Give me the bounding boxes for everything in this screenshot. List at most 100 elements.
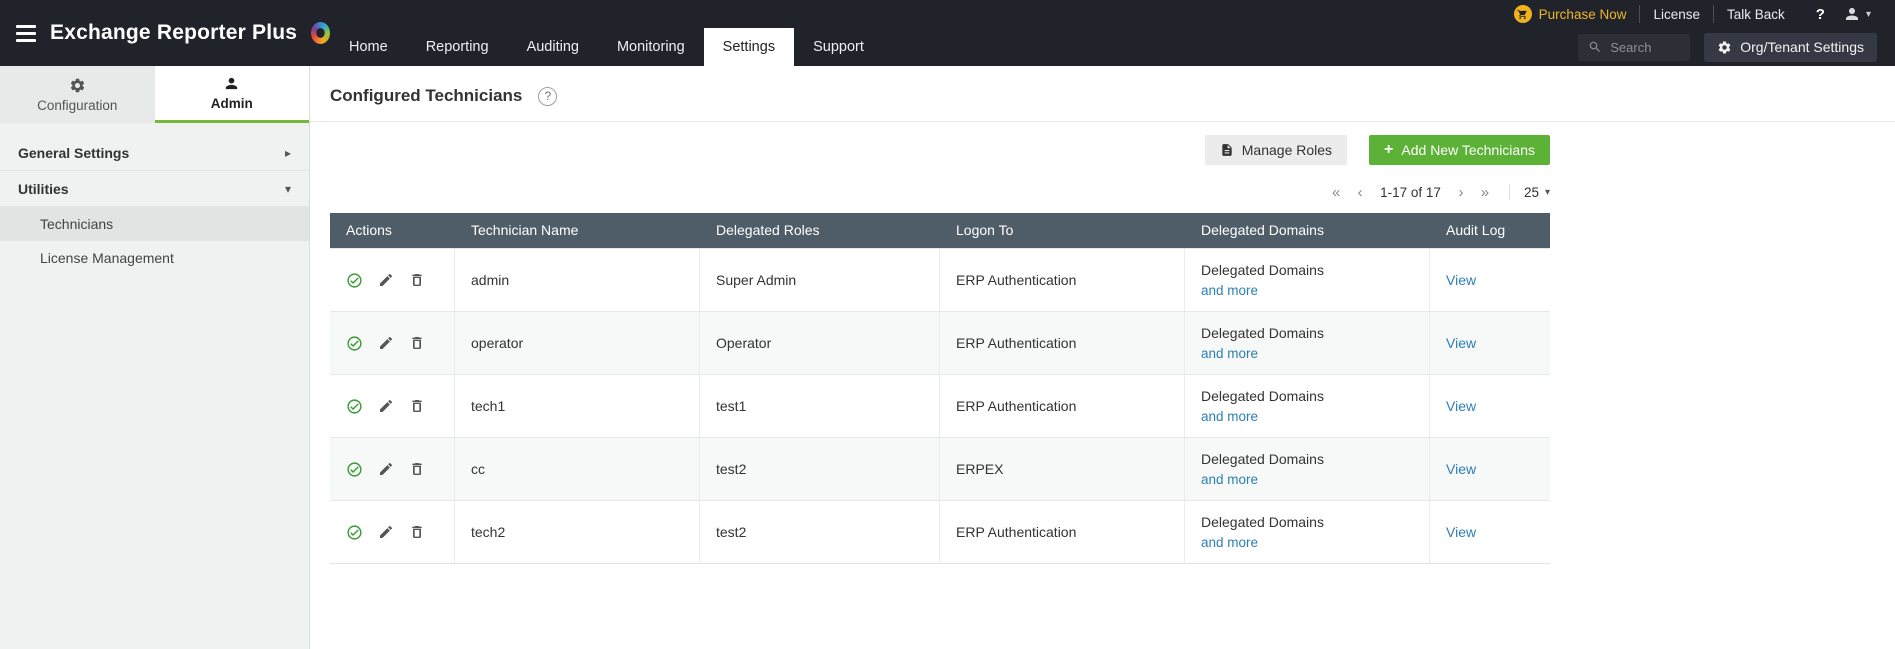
help-icon[interactable]: ? [1798, 6, 1843, 23]
edit-pencil-icon[interactable] [378, 461, 394, 477]
technician-name-cell: tech1 [455, 375, 700, 437]
chevron-down-icon: ▾ [285, 182, 291, 196]
domains-text: Delegated Domains [1201, 388, 1324, 404]
delegated-role-cell: test2 [700, 501, 940, 563]
pagination-last-button[interactable]: » [1473, 180, 1497, 204]
logon-to-cell: ERP Authentication [940, 501, 1185, 563]
delete-trash-icon[interactable] [409, 398, 425, 414]
sidebar-item-technicians[interactable]: Technicians [0, 207, 309, 241]
org-tenant-settings-label: Org/Tenant Settings [1740, 39, 1864, 55]
row-actions-cell [330, 375, 455, 437]
technicians-table: Actions Technician Name Delegated Roles … [330, 213, 1550, 564]
pagination-first-button[interactable]: « [1324, 180, 1348, 204]
domains-text: Delegated Domains [1201, 262, 1324, 278]
purchase-now-link[interactable]: Purchase Now [1501, 5, 1640, 23]
general-settings-label: General Settings [18, 145, 129, 161]
plus-icon: + [1384, 141, 1393, 159]
table-row: admin Super Admin ERP Authentication Del… [330, 248, 1550, 311]
delete-trash-icon[interactable] [409, 524, 425, 540]
logo-swirl-icon [311, 22, 330, 44]
manage-roles-label: Manage Roles [1242, 142, 1332, 158]
topbar: Exchange Reporter Plus Purchase Now Lice… [0, 0, 1895, 66]
search-input[interactable] [1608, 39, 1678, 56]
enable-check-icon[interactable] [346, 272, 363, 289]
table-row: operator Operator ERP Authentication Del… [330, 311, 1550, 374]
enable-check-icon[interactable] [346, 524, 363, 541]
delete-trash-icon[interactable] [409, 272, 425, 288]
enable-check-icon[interactable] [346, 398, 363, 415]
main-nav: Home Reporting Auditing Monitoring Setti… [330, 28, 1895, 66]
header-delegated-roles: Delegated Roles [700, 213, 940, 248]
delete-trash-icon[interactable] [409, 335, 425, 351]
sidebar-item-general-settings[interactable]: General Settings ▸ [0, 135, 309, 171]
pagination-prev-button[interactable]: ‹ [1348, 180, 1372, 204]
and-more-link[interactable]: and more [1201, 472, 1258, 487]
row-actions-cell [330, 312, 455, 374]
nav-monitoring[interactable]: Monitoring [598, 28, 704, 66]
and-more-link[interactable]: and more [1201, 535, 1258, 550]
table-row: tech1 test1 ERP Authentication Delegated… [330, 374, 1550, 437]
pagination: « ‹ 1-17 of 17 › » 25 ▾ [330, 180, 1550, 204]
delegated-role-cell: Operator [700, 312, 940, 374]
purchase-now-label: Purchase Now [1539, 7, 1627, 22]
sidebar-menu: General Settings ▸ Utilities ▾ Technicia… [0, 123, 309, 275]
view-audit-log-link[interactable]: View [1446, 524, 1476, 540]
pagination-next-button[interactable]: › [1449, 180, 1473, 204]
delete-trash-icon[interactable] [409, 461, 425, 477]
domains-text: Delegated Domains [1201, 514, 1324, 530]
gear-icon [1717, 40, 1732, 55]
table-header: Actions Technician Name Delegated Roles … [330, 213, 1550, 248]
add-new-technicians-button[interactable]: + Add New Technicians [1369, 135, 1550, 165]
view-audit-log-link[interactable]: View [1446, 335, 1476, 351]
technician-name-cell: cc [455, 438, 700, 500]
main-content: Configured Technicians ? Manage Roles + … [310, 66, 1895, 649]
audit-log-cell: View [1430, 438, 1550, 500]
admin-person-icon [223, 75, 240, 92]
view-audit-log-link[interactable]: View [1446, 398, 1476, 414]
edit-pencil-icon[interactable] [378, 398, 394, 414]
view-audit-log-link[interactable]: View [1446, 461, 1476, 477]
user-menu[interactable]: ▾ [1843, 5, 1875, 23]
enable-check-icon[interactable] [346, 335, 363, 352]
search-box[interactable] [1578, 34, 1690, 61]
and-more-link[interactable]: and more [1201, 409, 1258, 424]
technician-name-cell: tech2 [455, 501, 700, 563]
header-actions: Actions [330, 213, 455, 248]
tab-configuration[interactable]: Configuration [0, 66, 155, 123]
chevron-right-icon: ▸ [285, 146, 291, 160]
page-size-dropdown[interactable]: 25 ▾ [1509, 185, 1550, 200]
user-caret-icon: ▾ [1866, 9, 1871, 20]
page-help-icon[interactable]: ? [538, 87, 557, 106]
row-actions-cell [330, 249, 455, 311]
hamburger-menu-icon[interactable] [16, 25, 36, 42]
utilities-label: Utilities [18, 181, 69, 197]
delegated-role-cell: Super Admin [700, 249, 940, 311]
and-more-link[interactable]: and more [1201, 283, 1258, 298]
enable-check-icon[interactable] [346, 461, 363, 478]
audit-log-cell: View [1430, 375, 1550, 437]
sidebar-item-utilities[interactable]: Utilities ▾ [0, 171, 309, 207]
header-logon-to: Logon To [940, 213, 1185, 248]
and-more-link[interactable]: and more [1201, 346, 1258, 361]
page-header: Configured Technicians ? [310, 66, 1895, 122]
edit-pencil-icon[interactable] [378, 524, 394, 540]
nav-auditing[interactable]: Auditing [508, 28, 598, 66]
audit-log-cell: View [1430, 312, 1550, 374]
license-link[interactable]: License [1639, 5, 1713, 23]
table-body: admin Super Admin ERP Authentication Del… [330, 248, 1550, 563]
sidebar-item-license-management[interactable]: License Management [0, 241, 309, 275]
edit-pencil-icon[interactable] [378, 272, 394, 288]
tab-admin[interactable]: Admin [155, 66, 310, 123]
view-audit-log-link[interactable]: View [1446, 272, 1476, 288]
cart-icon [1514, 5, 1532, 23]
nav-reporting[interactable]: Reporting [407, 28, 508, 66]
edit-pencil-icon[interactable] [378, 335, 394, 351]
document-icon [1220, 143, 1234, 157]
org-tenant-settings-button[interactable]: Org/Tenant Settings [1704, 33, 1877, 62]
delegated-domains-cell: Delegated Domains and more [1185, 438, 1430, 500]
talk-back-link[interactable]: Talk Back [1713, 5, 1798, 23]
manage-roles-button[interactable]: Manage Roles [1205, 135, 1347, 165]
nav-home[interactable]: Home [330, 28, 407, 66]
nav-settings[interactable]: Settings [704, 28, 794, 66]
nav-support[interactable]: Support [794, 28, 883, 66]
